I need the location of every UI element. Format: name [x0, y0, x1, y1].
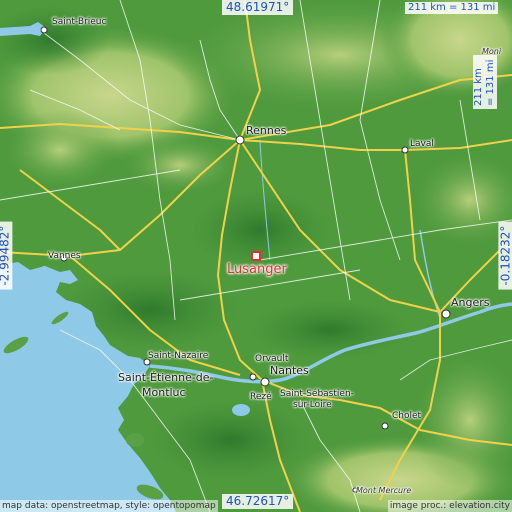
place-nantes: Nantes — [270, 364, 309, 377]
place-saint-sebastien-line1: Saint-Sébastien- — [280, 389, 354, 399]
coord-south: 46.72617° — [222, 494, 294, 510]
place-mont-mercure: Mont Mercure — [356, 486, 412, 495]
scale-horizontal: 211 km = 131 mi — [405, 2, 499, 14]
place-reze: Rezé — [250, 392, 272, 402]
attribution-image-proc: image proc.: elevation.city — [387, 500, 512, 512]
place-laval: Laval — [410, 139, 434, 149]
place-saint-nazaire: Saint-Nazaire — [148, 351, 209, 361]
place-angers: Angers — [451, 296, 490, 309]
place-orvault: Orvault — [255, 354, 289, 364]
place-saint-etienne-line1: Saint-Étienne-de- — [118, 371, 214, 384]
place-rennes: Rennes — [246, 124, 287, 137]
coord-east: -0.18232° — [498, 221, 512, 290]
target-marker-icon — [251, 251, 261, 261]
place-cholet: Cholet — [392, 411, 422, 421]
attribution-map-data: map data: openstreetmap, style: opentopo… — [0, 500, 218, 512]
place-saint-sebastien-line2: sur-Loire — [293, 400, 332, 410]
place-vannes: Vannes — [48, 251, 81, 261]
coord-north: 48.61971° — [222, 0, 294, 16]
map-canvas[interactable]: Lusanger Saint-Brieuc Rennes Laval Vanne… — [0, 0, 512, 512]
target-label: Lusanger — [227, 262, 287, 277]
coord-west: -2.99482° — [0, 221, 13, 290]
scale-vertical: 211 km = 131 mi — [473, 55, 497, 109]
place-saint-etienne-line2: Montluc — [142, 386, 186, 399]
place-saint-brieuc: Saint-Brieuc — [52, 17, 107, 27]
